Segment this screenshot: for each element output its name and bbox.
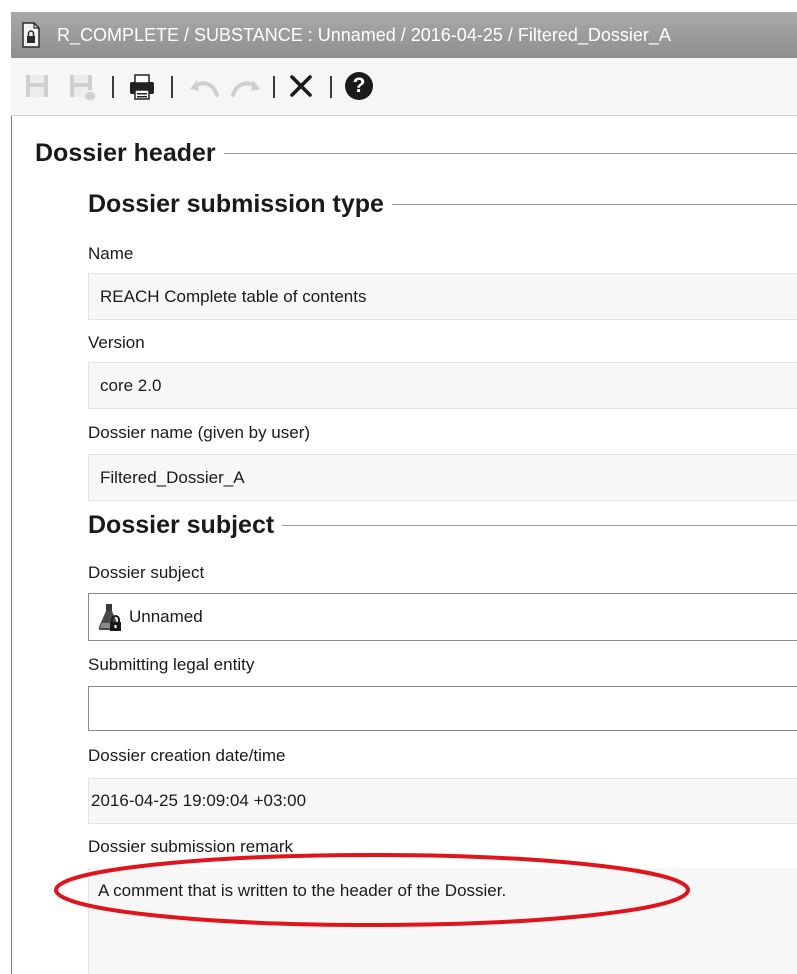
- section-dossier-header: Dossier header: [35, 136, 797, 170]
- section-rule: [391, 203, 797, 205]
- section-title: Dossier subject: [88, 510, 275, 539]
- toolbar-separator: [273, 76, 275, 98]
- dossier-lock-icon: [22, 22, 40, 48]
- section-rule: [223, 152, 797, 154]
- substance-lock-icon: [98, 604, 121, 631]
- window-title-bar: R_COMPLETE / SUBSTANCE : Unnamed / 2016-…: [11, 12, 797, 58]
- creation-date-label: Dossier creation date/time: [88, 746, 286, 765]
- toolbar: ?: [11, 58, 797, 116]
- toolbar-separator: [112, 76, 114, 98]
- toolbar-separator: [330, 76, 332, 98]
- name-label: Name: [88, 244, 134, 263]
- close-icon[interactable]: [288, 73, 314, 99]
- name-field[interactable]: REACH Complete table of contents: [88, 273, 797, 320]
- save-icon[interactable]: [24, 73, 50, 99]
- highlight-ellipse: [54, 853, 690, 927]
- legal-entity-label: Submitting legal entity: [88, 655, 255, 674]
- creation-date-value: 2016-04-25 19:09:04 +03:00: [91, 791, 307, 810]
- dossier-subject-label: Dossier subject: [88, 563, 205, 582]
- version-field[interactable]: core 2.0: [88, 362, 797, 409]
- redo-icon[interactable]: [229, 73, 263, 99]
- version-value: core 2.0: [100, 375, 162, 395]
- creation-date-field[interactable]: 2016-04-25 19:09:04 +03:00: [88, 778, 797, 824]
- section-title: Dossier header: [35, 138, 216, 167]
- legal-entity-field[interactable]: [88, 686, 797, 731]
- section-rule: [282, 524, 797, 526]
- help-icon[interactable]: ?: [345, 72, 373, 100]
- dossier-name-label: Dossier name (given by user): [88, 423, 311, 442]
- dossier-name-value: Filtered_Dossier_A: [100, 467, 245, 487]
- name-value: REACH Complete table of contents: [100, 286, 367, 306]
- dossier-subject-field[interactable]: Unnamed: [88, 593, 797, 641]
- section-submission-type: Dossier submission type: [88, 187, 797, 221]
- print-icon[interactable]: [127, 73, 157, 101]
- dossier-subject-value: Unnamed: [129, 607, 203, 626]
- toolbar-separator: [171, 76, 173, 98]
- version-label: Version: [88, 333, 145, 352]
- dossier-name-field[interactable]: Filtered_Dossier_A: [88, 454, 797, 501]
- save-disabled-icon[interactable]: [68, 73, 98, 103]
- section-title: Dossier submission type: [88, 189, 384, 218]
- window-title: R_COMPLETE / SUBSTANCE : Unnamed / 2016-…: [57, 25, 671, 45]
- undo-icon[interactable]: [187, 73, 221, 99]
- section-dossier-subject: Dossier subject: [88, 508, 797, 542]
